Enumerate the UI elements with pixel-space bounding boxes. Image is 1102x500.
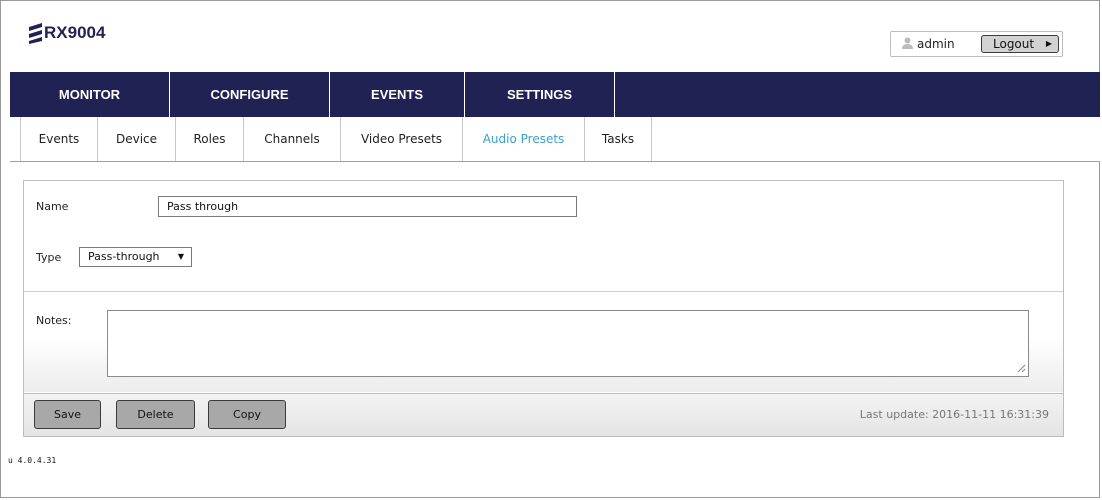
tab-configure[interactable]: CONFIGURE <box>170 72 330 117</box>
notes-textarea[interactable] <box>107 310 1029 377</box>
name-label: Name <box>36 200 69 213</box>
logout-button[interactable]: Logout ▶ <box>981 35 1059 53</box>
save-button[interactable]: Save <box>34 400 101 429</box>
tab-monitor[interactable]: MONITOR <box>10 72 170 117</box>
type-select-value: Pass-through <box>88 250 160 263</box>
tab-events[interactable]: EVENTS <box>330 72 465 117</box>
copy-button[interactable]: Copy <box>208 400 286 429</box>
user-icon <box>902 37 913 49</box>
arrow-right-icon: ▶ <box>1045 39 1052 48</box>
last-update-text: Last update: 2016-11-11 16:31:39 <box>859 408 1049 421</box>
subtab-tasks[interactable]: Tasks <box>585 117 652 161</box>
type-select[interactable]: Pass-through ▼ <box>79 247 192 267</box>
subtab-device[interactable]: Device <box>98 117 176 161</box>
type-label: Type <box>36 251 62 264</box>
audio-preset-panel: Name Pass through Type Pass-through ▼ No… <box>23 180 1064 437</box>
user-name: admin <box>917 37 955 51</box>
tab-settings[interactable]: SETTINGS <box>465 72 615 117</box>
name-input[interactable]: Pass through <box>158 196 577 217</box>
version-text: u 4.0.4.31 <box>8 456 57 465</box>
delete-button[interactable]: Delete <box>116 400 195 429</box>
action-bar: Save Delete Copy Last update: 2016-11-11… <box>24 393 1063 436</box>
ericsson-logo-icon <box>29 23 42 44</box>
chevron-down-icon: ▼ <box>177 252 184 261</box>
logout-label: Logout <box>993 37 1035 51</box>
logo: RX9004 <box>28 22 105 44</box>
subtab-events[interactable]: Events <box>21 117 98 161</box>
product-name: RX9004 <box>44 23 106 42</box>
main-nav: MONITOR CONFIGURE EVENTS SETTINGS <box>10 72 1100 117</box>
sub-nav: Events Device Roles Channels Video Prese… <box>10 117 1100 162</box>
subtab-roles[interactable]: Roles <box>176 117 244 161</box>
user-box: admin Logout ▶ <box>890 31 1063 57</box>
subtab-audio-presets[interactable]: Audio Presets <box>463 117 585 161</box>
notes-label: Notes: <box>36 314 72 327</box>
subtab-channels[interactable]: Channels <box>244 117 341 161</box>
subtab-video-presets[interactable]: Video Presets <box>341 117 463 161</box>
resize-handle-icon[interactable] <box>1017 364 1026 373</box>
